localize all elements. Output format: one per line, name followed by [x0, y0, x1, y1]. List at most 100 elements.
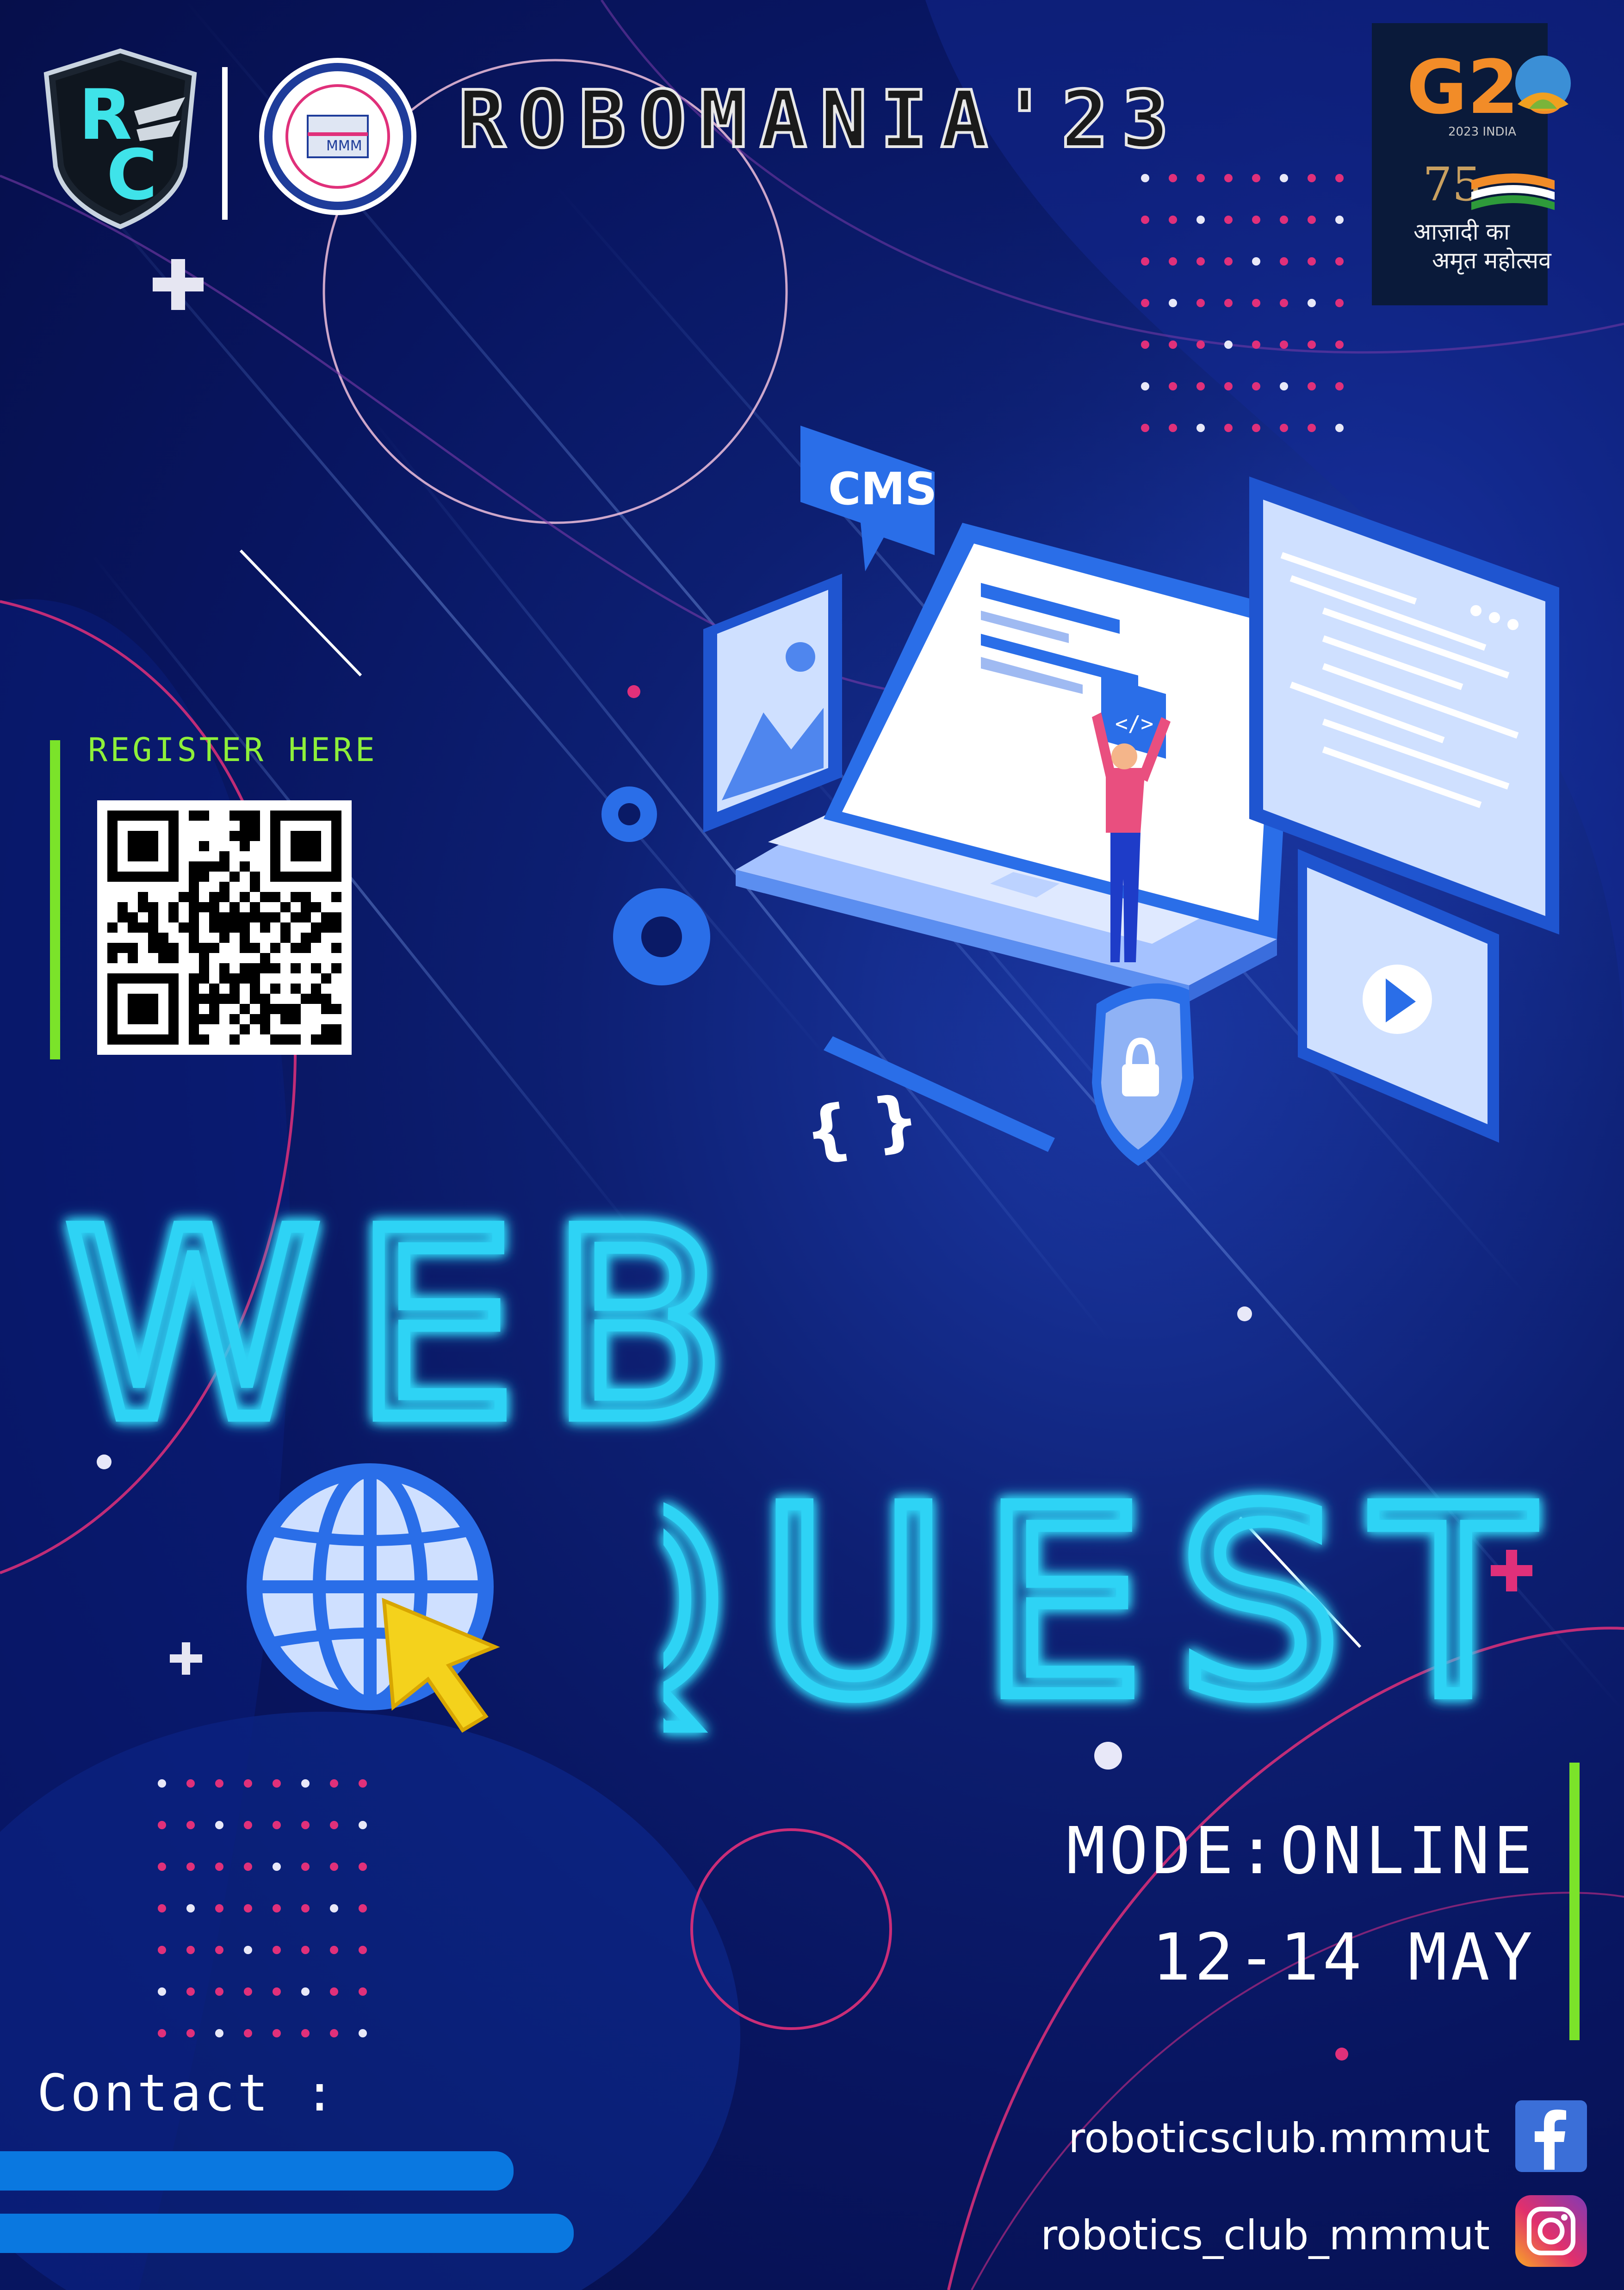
grid-dot [301, 1904, 310, 1912]
grid-dot [1196, 382, 1205, 390]
grid-dot [301, 1946, 310, 1954]
grid-dot [1335, 174, 1344, 182]
grid-dot [244, 2029, 252, 2037]
grid-dot [1308, 174, 1316, 182]
grid-dot [359, 1821, 367, 1829]
web-word: WEB [65, 1203, 760, 1477]
g20-subtitle: 2023 INDIA [1448, 125, 1517, 139]
grid-dot [330, 2029, 338, 2037]
grid-dot [1252, 299, 1260, 307]
grid-dot [1196, 174, 1205, 182]
azadi-line2: अमृत महोत्सव [1432, 247, 1551, 274]
grid-dot [244, 1946, 252, 1954]
grid-dot [186, 1946, 195, 1954]
grid-dot [1280, 382, 1288, 390]
grid-dot [1308, 340, 1316, 349]
grid-dot [301, 1821, 310, 1829]
instagram-handle[interactable]: robotics_club_mmmut [1041, 2211, 1490, 2259]
grid-dot [1169, 340, 1177, 349]
grid-dot [158, 1821, 166, 1829]
header-divider [222, 67, 228, 220]
grid-dot [330, 1904, 338, 1912]
grid-dot [158, 1946, 166, 1954]
event-dates: 12-14 MAY [1152, 1920, 1536, 1995]
grid-dot [273, 1904, 281, 1912]
grid-dot [273, 2029, 281, 2037]
event-mode: MODE:ONLINE [1066, 1813, 1536, 1889]
grid-dot [1335, 299, 1344, 307]
grid-dot [1169, 299, 1177, 307]
grid-dot [244, 1904, 252, 1912]
grid-dot [1308, 257, 1316, 266]
mode-accent-bar [1569, 1763, 1580, 2040]
grid-dot [1141, 382, 1149, 390]
grid-dot [158, 1863, 166, 1871]
grid-dot [273, 1987, 281, 1996]
grid-dot [215, 1946, 223, 1954]
g20-globe-lotus-icon [1515, 56, 1571, 111]
grid-dot [273, 1863, 281, 1871]
grid-dot [215, 1987, 223, 1996]
facebook-icon[interactable] [1515, 2100, 1587, 2172]
azadi-line1: आज़ादी का [1413, 218, 1510, 245]
grid-dot [158, 1904, 166, 1912]
grid-dot [273, 1821, 281, 1829]
code-label: </> [1115, 711, 1153, 736]
grid-dot [1141, 257, 1149, 266]
grid-dot [1224, 257, 1233, 266]
grid-dot [273, 1779, 281, 1788]
facebook-handle[interactable]: roboticsclub.mmmut [1068, 2114, 1490, 2162]
grid-dot [359, 1987, 367, 1996]
grid-dot [1141, 216, 1149, 224]
grid-dot [215, 1863, 223, 1871]
grid-dot [244, 1779, 252, 1788]
grid-dot [301, 1863, 310, 1871]
register-here-label: REGISTER HERE [88, 731, 378, 769]
grid-dot [186, 1779, 195, 1788]
grid-dot [1169, 257, 1177, 266]
grid-dot [1141, 299, 1149, 307]
cms-label: CMS [828, 463, 937, 515]
grid-dot [1252, 382, 1260, 390]
quest-word: QUEST [523, 1453, 1565, 1755]
grid-dot [1335, 340, 1344, 349]
grid-dot [1280, 174, 1288, 182]
grid-dot [1252, 340, 1260, 349]
svg-text:C: C [106, 135, 157, 216]
grid-dot [215, 2029, 223, 2037]
svg-text:MMM: MMM [326, 138, 362, 154]
grid-dot [1280, 216, 1288, 224]
grid-dot [273, 1946, 281, 1954]
security-lock-shield-icon [1092, 983, 1194, 1166]
grid-dot [158, 1779, 166, 1788]
grid-dot [330, 1821, 338, 1829]
tricolor-flag-icon [1471, 173, 1555, 210]
grid-dot [1224, 216, 1233, 224]
grid-dot [186, 1987, 195, 1996]
web-development-illustration: CMS </> {} [601, 426, 1559, 1171]
grid-dot [301, 2029, 310, 2037]
grid-dot [330, 1863, 338, 1871]
grid-dot [1196, 340, 1205, 349]
grid-dot [359, 1863, 367, 1871]
grid-dot [1335, 257, 1344, 266]
code-window-icon [1249, 477, 1559, 935]
grid-dot [359, 1946, 367, 1954]
registration-qr-code[interactable] [97, 798, 352, 1057]
grid-dot [1196, 216, 1205, 224]
grid-dot [1141, 340, 1149, 349]
grid-dot [158, 2029, 166, 2037]
university-seal-logo: MMM [259, 58, 416, 215]
grid-dot [186, 1863, 195, 1871]
grid-dot [215, 1821, 223, 1829]
grid-dot [244, 1863, 252, 1871]
grid-dot [1224, 299, 1233, 307]
instagram-icon[interactable] [1515, 2195, 1587, 2267]
grid-dot [1196, 257, 1205, 266]
grid-dot [1224, 340, 1233, 349]
grid-dot [359, 2029, 367, 2037]
robotics-club-shield-logo: R C [43, 48, 197, 229]
event-series-title: ROBOMANIA'23 [457, 73, 1182, 167]
redacted-contact-2 [0, 2214, 574, 2253]
grid-dot [359, 1779, 367, 1788]
